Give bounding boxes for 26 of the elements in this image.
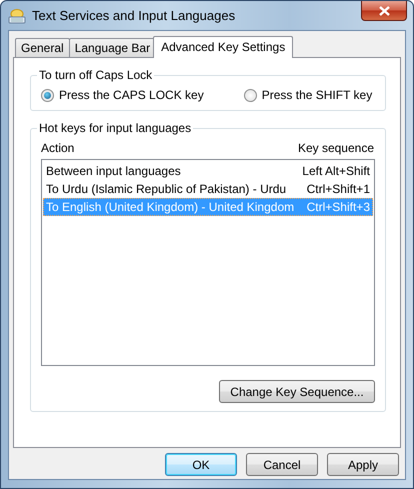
- action-text: To English (United Kingdom) - United Kingdom: [46, 199, 294, 215]
- tab[interactable]: General: [15, 38, 70, 57]
- tab[interactable]: Advanced Key Settings: [153, 36, 294, 58]
- group-title: To turn off Caps Lock: [37, 68, 154, 82]
- radio-label[interactable]: Press the SHIFT key: [262, 88, 372, 102]
- dialog-button[interactable]: Cancel: [246, 453, 318, 476]
- column-header: Action: [41, 141, 74, 157]
- dialog-button[interactable]: Apply: [327, 453, 399, 476]
- dialog-button[interactable]: OK: [165, 453, 237, 476]
- radio-label[interactable]: Press the CAPS LOCK key: [59, 88, 204, 102]
- group-title: Hot keys for input languages: [37, 121, 194, 135]
- list-row[interactable]: Between input languages Left Alt+Shift: [43, 162, 373, 180]
- change-key-sequence-button[interactable]: Change Key Sequence...: [219, 380, 375, 403]
- radio-button[interactable]: [244, 88, 257, 102]
- keyboard-icon: [8, 8, 26, 24]
- action-text: To Urdu (Islamic Republic of Pakistan) - Urdu: [46, 181, 286, 197]
- window-title: Text Services and Input Languages: [32, 8, 236, 23]
- close-button[interactable]: [361, 1, 407, 21]
- list-row[interactable]: To Urdu (Islamic Republic of Pakistan) - Urdu Ctrl+Shift+1: [43, 180, 373, 198]
- key-sequence-text: Left Alt+Shift: [302, 163, 370, 179]
- key-sequence-text: Ctrl+Shift+1: [306, 181, 370, 197]
- close-icon: [378, 6, 390, 16]
- key-sequence-text: Ctrl+Shift+3: [306, 199, 370, 215]
- radio-button[interactable]: [41, 88, 54, 102]
- action-text: Between input languages: [46, 163, 181, 179]
- column-header: Key sequence: [298, 141, 374, 157]
